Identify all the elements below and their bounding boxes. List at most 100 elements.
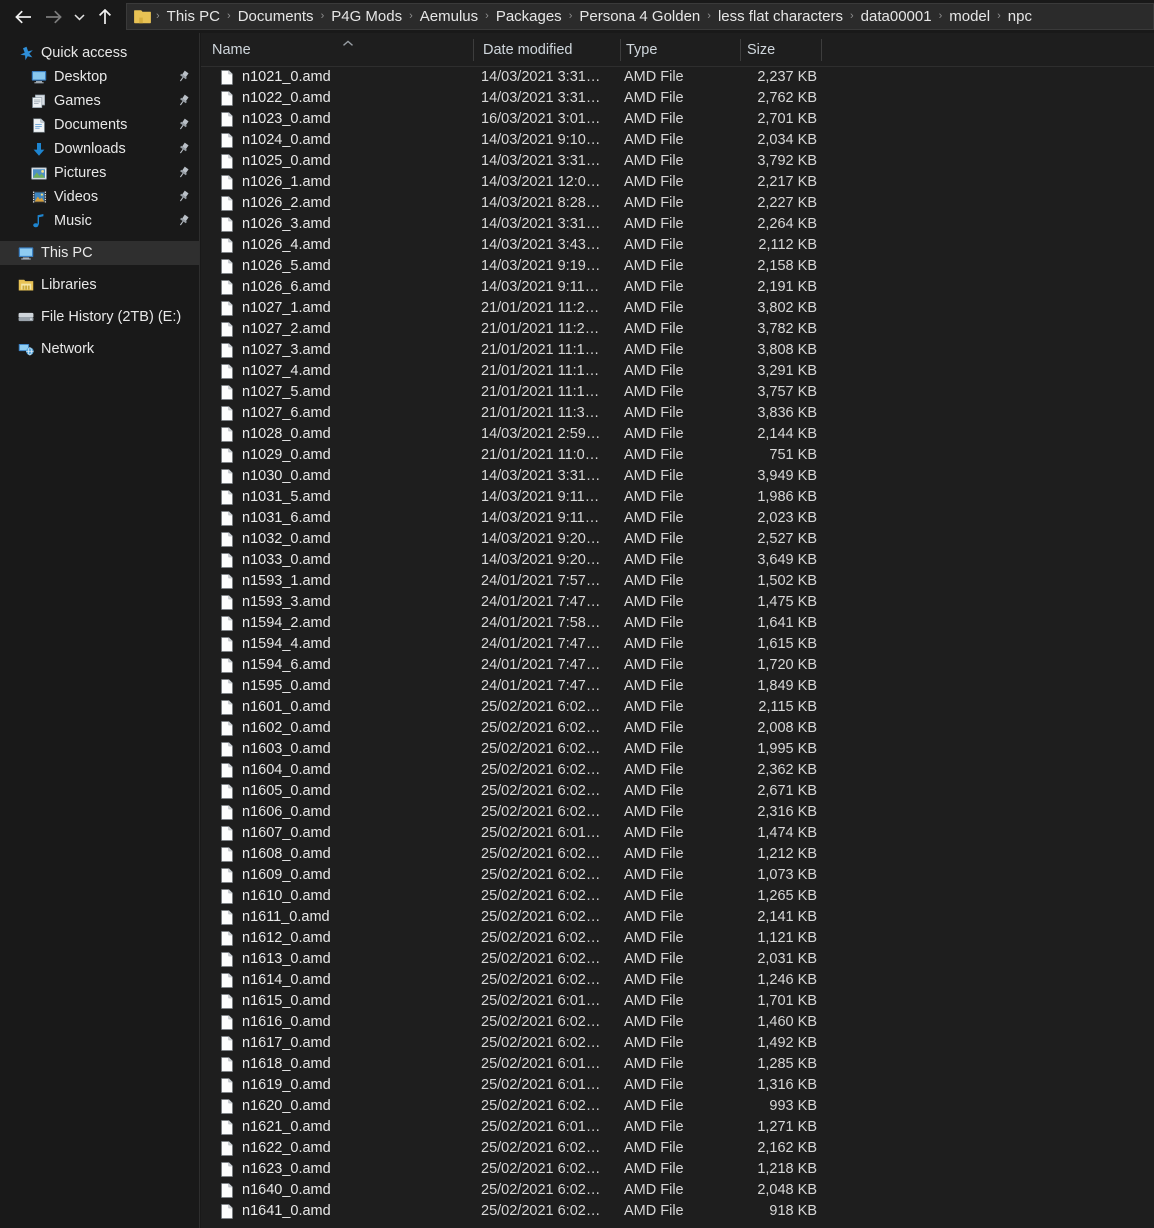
column-header-name[interactable]: Name bbox=[212, 33, 251, 67]
table-row[interactable]: n1622_0.amd 25/02/2021 6:02… AMD File 2,162… bbox=[201, 1138, 1154, 1159]
table-row[interactable]: n1027_4.amd 21/01/2021 11:1… AMD File 3,291… bbox=[201, 361, 1154, 382]
table-row[interactable]: n1027_6.amd 21/01/2021 11:3… AMD File 3,836… bbox=[201, 403, 1154, 424]
table-row[interactable]: n1623_0.amd 25/02/2021 6:02… AMD File 1,218… bbox=[201, 1159, 1154, 1180]
table-row[interactable]: n1026_4.amd 14/03/2021 3:43… AMD File 2,112… bbox=[201, 235, 1154, 256]
pin-icon[interactable] bbox=[177, 70, 190, 83]
breadcrumb-item-less-flat-characters[interactable]: less flat characters bbox=[714, 4, 847, 29]
table-row[interactable]: n1021_0.amd 14/03/2021 3:31… AMD File 2,237… bbox=[201, 67, 1154, 88]
table-row[interactable]: n1612_0.amd 25/02/2021 6:02… AMD File 1,121… bbox=[201, 928, 1154, 949]
pin-icon[interactable] bbox=[177, 142, 190, 155]
table-row[interactable]: n1026_2.amd 14/03/2021 8:28… AMD File 2,227… bbox=[201, 193, 1154, 214]
breadcrumb-item-model[interactable]: model bbox=[945, 4, 994, 29]
table-row[interactable]: n1616_0.amd 25/02/2021 6:02… AMD File 1,460… bbox=[201, 1012, 1154, 1033]
table-row[interactable]: n1609_0.amd 25/02/2021 6:02… AMD File 1,073… bbox=[201, 865, 1154, 886]
pin-icon[interactable] bbox=[177, 94, 190, 107]
table-row[interactable]: n1026_5.amd 14/03/2021 9:19… AMD File 2,158… bbox=[201, 256, 1154, 277]
sidebar-item-downloads[interactable]: Downloads bbox=[0, 137, 199, 161]
sidebar-item-desktop[interactable]: Desktop bbox=[0, 65, 199, 89]
breadcrumb-item-packages[interactable]: Packages bbox=[492, 4, 566, 29]
table-row[interactable]: n1593_1.amd 24/01/2021 7:57… AMD File 1,502… bbox=[201, 571, 1154, 592]
table-row[interactable]: n1594_6.amd 24/01/2021 7:47… AMD File 1,720… bbox=[201, 655, 1154, 676]
table-row[interactable]: n1603_0.amd 25/02/2021 6:02… AMD File 1,995… bbox=[201, 739, 1154, 760]
back-button[interactable] bbox=[8, 0, 38, 33]
up-button[interactable] bbox=[90, 0, 120, 33]
table-row[interactable]: n1032_0.amd 14/03/2021 9:20… AMD File 2,527… bbox=[201, 529, 1154, 550]
table-row[interactable]: n1595_0.amd 24/01/2021 7:47… AMD File 1,849… bbox=[201, 676, 1154, 697]
table-row[interactable]: n1026_6.amd 14/03/2021 9:11… AMD File 2,191… bbox=[201, 277, 1154, 298]
table-row[interactable]: n1601_0.amd 25/02/2021 6:02… AMD File 2,115… bbox=[201, 697, 1154, 718]
table-row[interactable]: n1027_1.amd 21/01/2021 11:2… AMD File 3,802… bbox=[201, 298, 1154, 319]
file-type-cell: AMD File bbox=[624, 132, 684, 148]
sidebar-item-libraries[interactable]: Libraries bbox=[0, 273, 199, 297]
pin-icon[interactable] bbox=[177, 190, 190, 203]
column-header-type[interactable]: Type bbox=[626, 33, 657, 67]
table-row[interactable]: n1594_2.amd 24/01/2021 7:58… AMD File 1,641… bbox=[201, 613, 1154, 634]
table-row[interactable]: n1023_0.amd 16/03/2021 3:01… AMD File 2,701… bbox=[201, 109, 1154, 130]
table-row[interactable]: n1026_1.amd 14/03/2021 12:0… AMD File 2,217… bbox=[201, 172, 1154, 193]
table-row[interactable]: n1027_5.amd 21/01/2021 11:1… AMD File 3,757… bbox=[201, 382, 1154, 403]
column-header-date-modified[interactable]: Date modified bbox=[483, 33, 572, 67]
table-row[interactable]: n1026_3.amd 14/03/2021 3:31… AMD File 2,264… bbox=[201, 214, 1154, 235]
table-row[interactable]: n1031_6.amd 14/03/2021 9:11… AMD File 2,023… bbox=[201, 508, 1154, 529]
breadcrumb-item-aemulus[interactable]: Aemulus bbox=[416, 4, 482, 29]
pin-icon[interactable] bbox=[177, 166, 190, 179]
table-row[interactable]: n1025_0.amd 14/03/2021 3:31… AMD File 3,792… bbox=[201, 151, 1154, 172]
sidebar-item-network[interactable]: Network bbox=[0, 337, 199, 361]
table-row[interactable]: n1028_0.amd 14/03/2021 2:59… AMD File 2,144… bbox=[201, 424, 1154, 445]
table-row[interactable]: n1607_0.amd 25/02/2021 6:01… AMD File 1,474… bbox=[201, 823, 1154, 844]
table-row[interactable]: n1593_3.amd 24/01/2021 7:47… AMD File 1,475… bbox=[201, 592, 1154, 613]
table-row[interactable]: n1029_0.amd 21/01/2021 11:0… AMD File 751 K… bbox=[201, 445, 1154, 466]
recent-locations-button[interactable] bbox=[68, 0, 90, 33]
table-row[interactable]: n1033_0.amd 14/03/2021 9:20… AMD File 3,649… bbox=[201, 550, 1154, 571]
table-row[interactable]: n1615_0.amd 25/02/2021 6:01… AMD File 1,701… bbox=[201, 991, 1154, 1012]
breadcrumb-item-documents[interactable]: Documents bbox=[234, 4, 318, 29]
table-row[interactable]: n1620_0.amd 25/02/2021 6:02… AMD File 993 K… bbox=[201, 1096, 1154, 1117]
table-row[interactable]: n1618_0.amd 25/02/2021 6:01… AMD File 1,285… bbox=[201, 1054, 1154, 1075]
sidebar-item-pictures[interactable]: Pictures bbox=[0, 161, 199, 185]
table-row[interactable]: n1610_0.amd 25/02/2021 6:02… AMD File 1,265… bbox=[201, 886, 1154, 907]
table-row[interactable]: n1614_0.amd 25/02/2021 6:02… AMD File 1,246… bbox=[201, 970, 1154, 991]
sidebar-item-documents[interactable]: Documents bbox=[0, 113, 199, 137]
breadcrumb-item-data00001[interactable]: data00001 bbox=[857, 4, 936, 29]
pin-icon[interactable] bbox=[177, 214, 190, 227]
sidebar-item-videos[interactable]: Videos bbox=[0, 185, 199, 209]
table-row[interactable]: n1027_2.amd 21/01/2021 11:2… AMD File 3,782… bbox=[201, 319, 1154, 340]
table-row[interactable]: n1027_3.amd 21/01/2021 11:1… AMD File 3,808… bbox=[201, 340, 1154, 361]
table-row[interactable]: n1605_0.amd 25/02/2021 6:02… AMD File 2,671… bbox=[201, 781, 1154, 802]
file-date-cell: 14/03/2021 9:11… bbox=[481, 279, 600, 295]
forward-button[interactable] bbox=[38, 0, 68, 33]
column-divider[interactable] bbox=[473, 39, 474, 61]
pin-icon[interactable] bbox=[177, 118, 190, 131]
sidebar-item-quick-access[interactable]: Quick access bbox=[0, 41, 199, 65]
table-row[interactable]: n1594_4.amd 24/01/2021 7:47… AMD File 1,615… bbox=[201, 634, 1154, 655]
breadcrumb-item-npc[interactable]: npc bbox=[1004, 4, 1036, 29]
table-row[interactable]: n1030_0.amd 14/03/2021 3:31… AMD File 3,949… bbox=[201, 466, 1154, 487]
sidebar-item-file-history-drive[interactable]: File History (2TB) (E:) bbox=[0, 305, 199, 329]
table-row[interactable]: n1641_0.amd 25/02/2021 6:02… AMD File 918 K… bbox=[201, 1201, 1154, 1222]
column-divider[interactable] bbox=[821, 39, 822, 61]
table-row[interactable]: n1617_0.amd 25/02/2021 6:02… AMD File 1,492… bbox=[201, 1033, 1154, 1054]
column-divider[interactable] bbox=[740, 39, 741, 61]
sidebar-item-music[interactable]: Music bbox=[0, 209, 199, 233]
table-row[interactable]: n1619_0.amd 25/02/2021 6:01… AMD File 1,316… bbox=[201, 1075, 1154, 1096]
breadcrumb-item-this-pc[interactable]: This PC bbox=[163, 4, 224, 29]
column-header-size[interactable]: Size bbox=[747, 33, 775, 67]
table-row[interactable]: n1606_0.amd 25/02/2021 6:02… AMD File 2,316… bbox=[201, 802, 1154, 823]
table-row[interactable]: n1613_0.amd 25/02/2021 6:02… AMD File 2,031… bbox=[201, 949, 1154, 970]
table-row[interactable]: n1031_5.amd 14/03/2021 9:11… AMD File 1,986… bbox=[201, 487, 1154, 508]
table-row[interactable]: n1608_0.amd 25/02/2021 6:02… AMD File 1,212… bbox=[201, 844, 1154, 865]
table-row[interactable]: n1611_0.amd 25/02/2021 6:02… AMD File 2,141… bbox=[201, 907, 1154, 928]
breadcrumb-item-persona-4-golden[interactable]: Persona 4 Golden bbox=[575, 4, 704, 29]
table-row[interactable]: n1024_0.amd 14/03/2021 9:10… AMD File 2,034… bbox=[201, 130, 1154, 151]
file-date-cell: 25/02/2021 6:01… bbox=[481, 1119, 601, 1135]
breadcrumb-item-p4g-mods[interactable]: P4G Mods bbox=[327, 4, 406, 29]
column-divider[interactable] bbox=[620, 39, 621, 61]
breadcrumb[interactable]: › This PC › Documents › P4G Mods › Aemul… bbox=[126, 3, 1154, 30]
sidebar-item-games[interactable]: Games bbox=[0, 89, 199, 113]
table-row[interactable]: n1640_0.amd 25/02/2021 6:02… AMD File 2,048… bbox=[201, 1180, 1154, 1201]
table-row[interactable]: n1022_0.amd 14/03/2021 3:31… AMD File 2,762… bbox=[201, 88, 1154, 109]
sidebar-item-this-pc[interactable]: This PC bbox=[0, 241, 199, 265]
table-row[interactable]: n1602_0.amd 25/02/2021 6:02… AMD File 2,008… bbox=[201, 718, 1154, 739]
table-row[interactable]: n1621_0.amd 25/02/2021 6:01… AMD File 1,271… bbox=[201, 1117, 1154, 1138]
table-row[interactable]: n1604_0.amd 25/02/2021 6:02… AMD File 2,362… bbox=[201, 760, 1154, 781]
